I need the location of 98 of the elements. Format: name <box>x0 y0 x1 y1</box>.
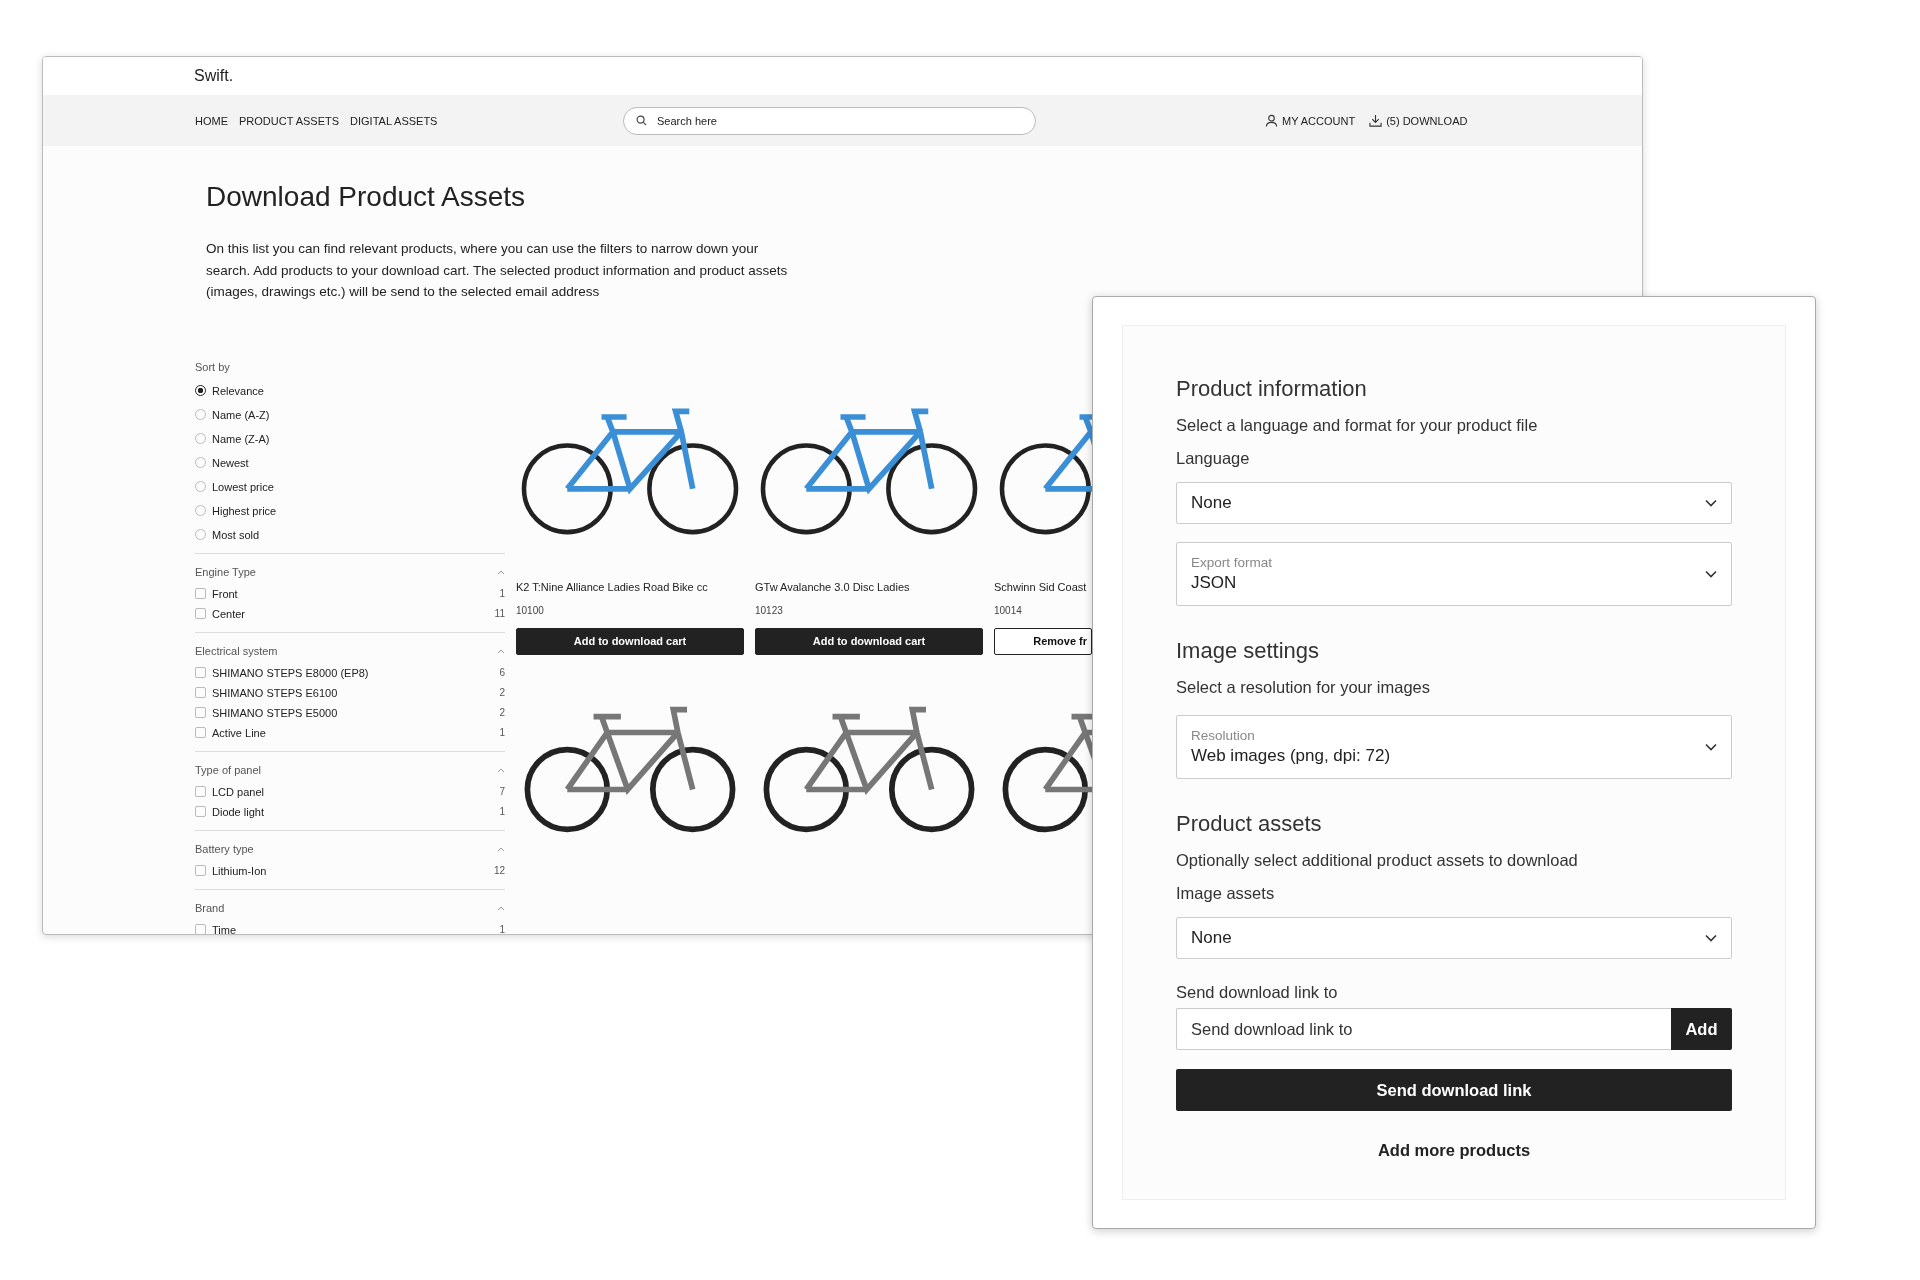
checkbox[interactable] <box>195 608 206 619</box>
section-description: Optionally select additional product assets to download <box>1176 851 1579 870</box>
product-name[interactable]: K2 T:Nine Alliance Ladies Road Bike cc <box>516 580 744 593</box>
dropdown[interactable]: Export format JSON <box>1176 542 1732 606</box>
section-heading: Product assets <box>1176 811 1323 837</box>
section-description: Select a language and format for your product file <box>1176 416 1539 435</box>
filter-option: SHIMANO STEPS E6100 <box>212 686 494 699</box>
sort-option[interactable]: Newest <box>195 450 505 475</box>
field-label: Language <box>1176 449 1251 468</box>
checkbox[interactable] <box>195 727 206 738</box>
section-description: Select a resolution for your images <box>1176 678 1432 697</box>
dropdown[interactable]: None <box>1176 917 1732 959</box>
product-number: 10123 <box>755 604 784 616</box>
add-more-link[interactable]: Add more products <box>1377 1141 1531 1160</box>
add-to-cart-button[interactable]: Add to download cart <box>516 627 744 655</box>
product-name[interactable]: GTw Avalanche 3.0 Disc Ladies <box>755 580 983 593</box>
remove-button[interactable]: Remove fr <box>994 627 1092 655</box>
sort-label: Sort by <box>195 360 231 373</box>
checkbox[interactable] <box>195 806 206 817</box>
radio-button[interactable] <box>195 385 206 396</box>
option-count: 2 <box>499 707 505 718</box>
option-label: Name (Z-A) <box>212 432 270 445</box>
chevron-up-icon[interactable] <box>497 568 505 575</box>
search-icon <box>636 115 647 126</box>
section-heading: Image settings <box>1176 638 1321 664</box>
chevron-down-icon <box>1705 743 1717 751</box>
option-count: 1 <box>499 924 505 934</box>
checkbox[interactable] <box>195 687 206 698</box>
nav-link[interactable]: DIGITAL ASSETS <box>350 114 438 127</box>
option-label: Lowest price <box>212 480 274 493</box>
filter-title: Battery type <box>195 842 254 855</box>
sort-option[interactable]: Relevance <box>195 378 505 403</box>
send-button[interactable]: Send download link <box>1176 1069 1732 1111</box>
page-title: Download Product Assets <box>206 181 527 213</box>
field-label: Send download link to <box>1176 983 1339 1002</box>
user-icon <box>1265 114 1278 127</box>
product-name[interactable]: Schwinn Sid Coast <box>994 580 1092 593</box>
option-label: Relevance <box>212 384 264 397</box>
email-field[interactable]: Send download link to <box>1176 1008 1671 1050</box>
sort-option[interactable]: Lowest price <box>195 474 505 499</box>
filter-option: LCD panel <box>212 785 494 798</box>
checkbox[interactable] <box>195 707 206 718</box>
option-label: Highest price <box>212 504 277 517</box>
option-count: 1 <box>499 806 505 817</box>
filter-title: Type of panel <box>195 763 262 776</box>
chevron-up-icon[interactable] <box>497 904 505 911</box>
sort-option[interactable]: Most sold <box>195 522 505 547</box>
product-number: 10014 <box>994 604 1023 616</box>
option-label: Most sold <box>212 528 260 541</box>
filter-option: Active Line <box>212 726 494 739</box>
filter-option: Lithium-Ion <box>212 864 488 877</box>
option-count: 1 <box>499 588 505 599</box>
add-to-cart-button[interactable]: Add to download cart <box>755 627 983 655</box>
checkbox[interactable] <box>195 588 206 599</box>
filter-title: Electrical system <box>195 644 278 657</box>
filter-option: Time <box>212 923 494 934</box>
download-icon <box>1369 114 1383 127</box>
chevron-down-icon <box>1705 570 1717 578</box>
chevron-down-icon <box>1705 934 1717 942</box>
option-label: Newest <box>212 456 249 469</box>
option-count: 6 <box>499 667 505 678</box>
filter-option: Center <box>212 607 489 620</box>
dropdown[interactable]: None <box>1176 482 1732 524</box>
download-link[interactable]: (5) DOWNLOAD <box>1369 114 1468 127</box>
nav-link[interactable]: HOME <box>195 114 228 127</box>
add-button[interactable]: Add <box>1671 1008 1732 1050</box>
filter-option: Diode light <box>212 805 494 818</box>
checkbox[interactable] <box>195 786 206 797</box>
option-label: Name (A-Z) <box>212 408 270 421</box>
site-logo[interactable]: Swift. <box>194 67 234 85</box>
filter-option: SHIMANO STEPS E8000 (EP8) <box>212 666 494 679</box>
option-count: 12 <box>493 865 505 876</box>
nav-link[interactable]: PRODUCT ASSETS <box>239 114 340 127</box>
chevron-down-icon <box>1705 499 1717 507</box>
dropdown[interactable]: Resolution Web images (png, dpi: 72) <box>1176 715 1732 779</box>
checkbox[interactable] <box>195 667 206 678</box>
search-field[interactable]: Search here <box>623 106 1036 135</box>
account-link[interactable]: MY ACCOUNT <box>1265 114 1356 127</box>
chevron-up-icon[interactable] <box>497 647 505 654</box>
option-count: 11 <box>494 608 505 619</box>
sort-option[interactable]: Name (A-Z) <box>195 402 505 427</box>
checkbox[interactable] <box>195 865 206 876</box>
checkbox[interactable] <box>195 924 206 934</box>
field-label: Image assets <box>1176 884 1276 903</box>
sort-option[interactable]: Highest price <box>195 498 505 523</box>
filter-title: Engine Type <box>195 565 256 578</box>
chevron-up-icon[interactable] <box>497 766 505 773</box>
sort-option[interactable]: Name (Z-A) <box>195 426 505 451</box>
chevron-up-icon[interactable] <box>497 845 505 852</box>
filter-option: SHIMANO STEPS E5000 <box>212 706 494 719</box>
intro-text: On this list you can find relevant products, where you can use the filters to narrow down your search. Add products to your download cart. The selected product information and product assets (images, drawings etc.) will be send to the selected email address <box>206 240 789 301</box>
section-heading: Product information <box>1176 376 1368 402</box>
option-count: 7 <box>499 786 505 797</box>
product-number: 10100 <box>516 604 545 616</box>
filter-title: Brand <box>195 901 225 914</box>
filter-option: Front <box>212 587 494 600</box>
option-count: 1 <box>499 727 505 738</box>
option-count: 2 <box>499 687 505 698</box>
